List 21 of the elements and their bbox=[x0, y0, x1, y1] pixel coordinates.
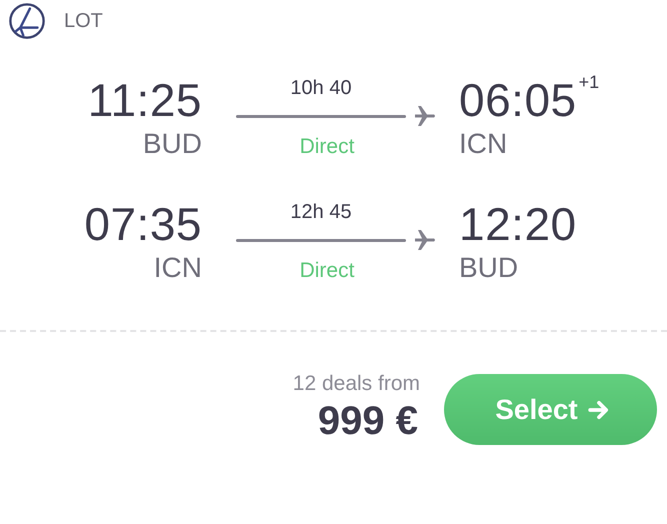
stops-label: Direct bbox=[298, 258, 356, 284]
flight-duration: 12h 45 bbox=[289, 200, 353, 224]
day-offset: +1 bbox=[578, 72, 600, 93]
departure-time: 07:35 bbox=[84, 198, 202, 250]
departure-airport: BUD bbox=[142, 128, 202, 160]
arrival-airport: ICN bbox=[459, 128, 508, 160]
arrow-right-icon bbox=[588, 398, 610, 420]
arrival-airport: BUD bbox=[459, 252, 520, 284]
airline-logo-icon bbox=[8, 2, 46, 40]
airplane-icon bbox=[413, 104, 437, 128]
price-amount: 999 € bbox=[318, 398, 418, 444]
airline-name: LOT bbox=[64, 10, 103, 32]
stops-label: Direct bbox=[298, 134, 356, 160]
arrival-time: 12:20 bbox=[459, 198, 577, 250]
airplane-icon bbox=[413, 228, 437, 252]
select-button[interactable]: Select bbox=[444, 374, 657, 445]
flight-duration: 10h 40 bbox=[289, 76, 353, 100]
departure-time: 11:25 bbox=[88, 74, 202, 126]
departure-airport: ICN bbox=[154, 252, 202, 284]
arrival-time: 06:05 bbox=[459, 74, 577, 126]
deals-caption: 12 deals from bbox=[292, 370, 420, 396]
